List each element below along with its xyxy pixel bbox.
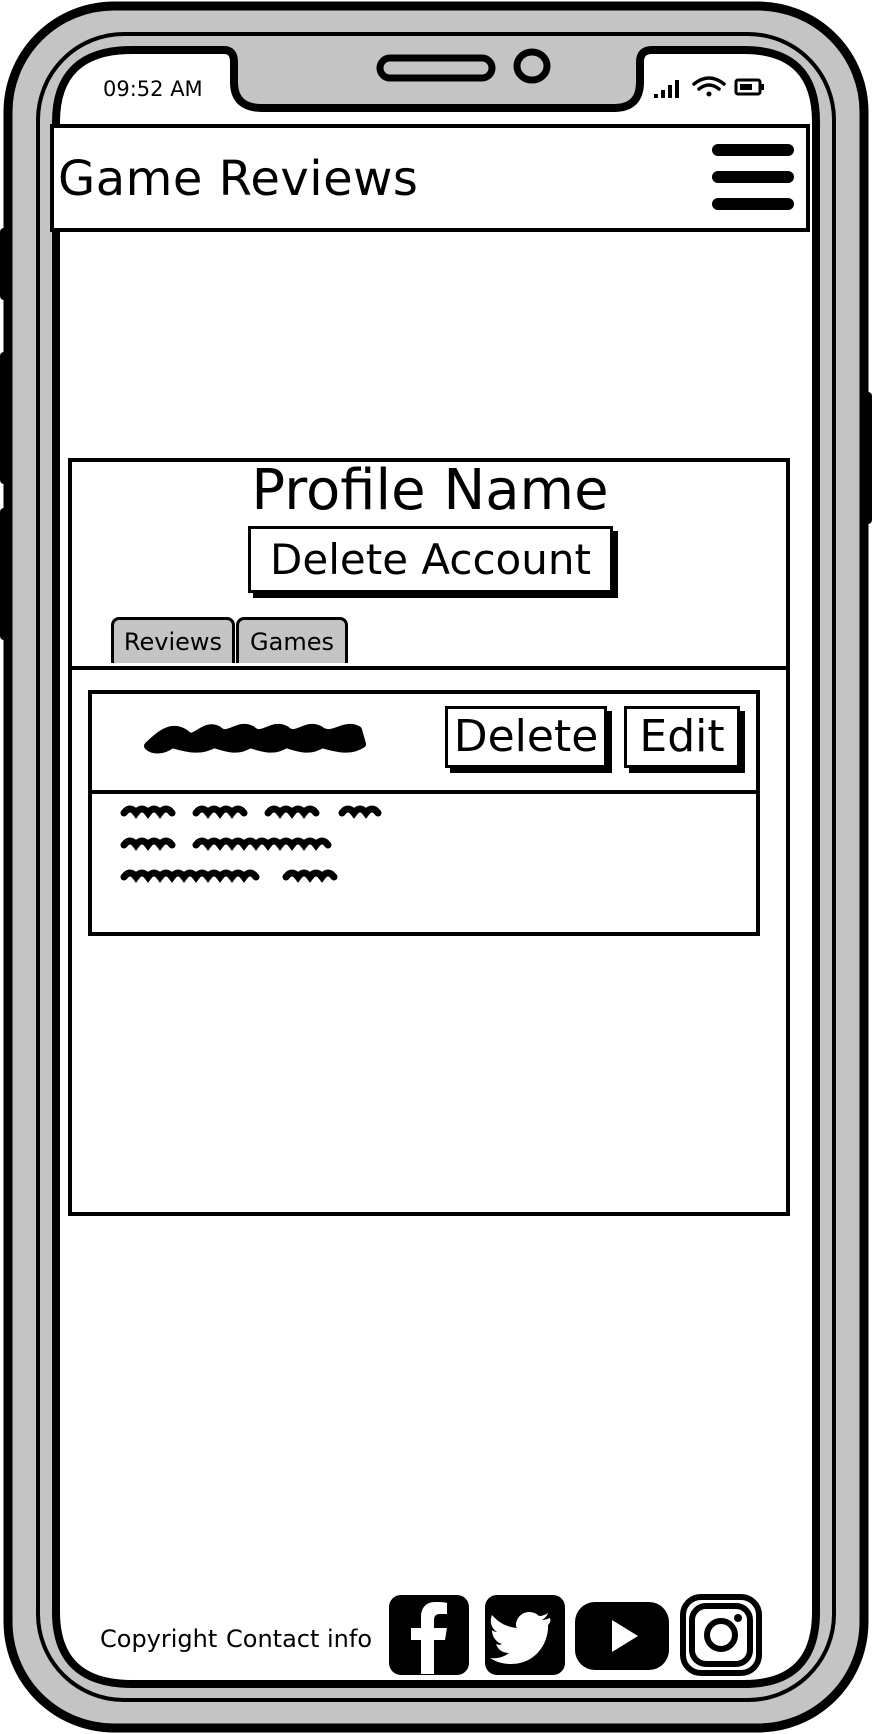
hamburger-menu-icon[interactable]	[710, 142, 796, 216]
review-delete-button[interactable]: Delete	[445, 706, 607, 768]
profile-name: Profile Name	[251, 458, 609, 523]
app-title: Game Reviews	[58, 151, 419, 207]
facebook-icon[interactable]	[388, 1594, 470, 1676]
review-title-scribble	[144, 724, 366, 754]
delete-account-button[interactable]: Delete Account	[248, 526, 613, 593]
status-time: 09:52 AM	[103, 77, 203, 101]
menu-bar	[712, 144, 794, 156]
copyright-text: Copyright	[100, 1625, 218, 1653]
menu-bar	[712, 198, 794, 210]
phone-mockup: 09:52 AM Game Reviews Profile Name Delet…	[0, 0, 872, 1734]
instagram-icon[interactable]	[680, 1594, 762, 1676]
review-edit-button[interactable]: Edit	[624, 706, 740, 768]
twitter-icon[interactable]	[484, 1594, 566, 1676]
tab-reviews[interactable]: Reviews	[111, 617, 235, 663]
menu-bar	[712, 171, 794, 183]
phone-frame	[0, 1, 872, 1733]
contact-info-link[interactable]: Contact info	[226, 1625, 372, 1653]
youtube-icon[interactable]	[574, 1594, 670, 1676]
tab-games[interactable]: Games	[236, 617, 348, 663]
